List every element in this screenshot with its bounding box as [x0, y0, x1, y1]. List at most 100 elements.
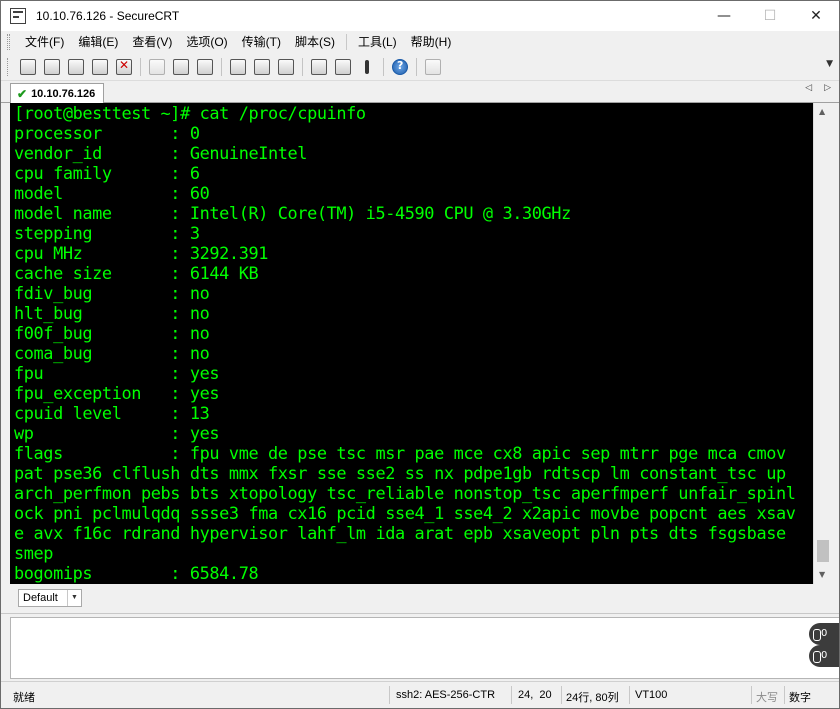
window-controls: — ☐ ✕	[701, 1, 839, 31]
sftp-button[interactable]	[422, 56, 444, 78]
global-options-button[interactable]	[332, 56, 354, 78]
print-selection-button[interactable]	[275, 56, 297, 78]
status-terminal-size: 24行, 80列	[566, 692, 619, 704]
scroll-up-icon[interactable]: ▲	[819, 107, 825, 116]
menu-edit[interactable]: 编辑(E)	[71, 31, 125, 53]
copy-button[interactable]	[146, 56, 168, 78]
session-options-icon	[311, 58, 327, 75]
connected-check-icon: ✔	[17, 86, 28, 101]
status-divider	[561, 686, 562, 704]
toolbar-divider	[140, 57, 141, 76]
menu-help[interactable]: 帮助(H)	[404, 31, 459, 53]
connect-in-tab-icon	[68, 58, 84, 75]
menu-grip-icon[interactable]	[7, 34, 10, 50]
status-caps-lock: 大写	[756, 692, 778, 704]
download-speed-badge[interactable]: 0	[809, 645, 839, 667]
terminal-line: hlt_bug : no	[14, 303, 210, 323]
toolbar-divider	[416, 57, 417, 76]
session-tab[interactable]: ✔ 10.10.76.126	[10, 83, 105, 103]
terminal-line: bogomips : 6584.78	[14, 563, 259, 583]
upload-speed-badge[interactable]: 0	[809, 623, 839, 645]
connect-in-tab-button[interactable]	[65, 56, 87, 78]
connect-icon	[20, 58, 36, 75]
print-setup-button[interactable]	[251, 56, 273, 78]
command-session-bar: Default ▼	[1, 584, 839, 614]
print-selection-icon	[278, 58, 294, 75]
scroll-down-icon[interactable]: ▼	[819, 570, 825, 579]
session-tab-strip: ✔ 10.10.76.126 ◁ ▷	[1, 81, 839, 103]
menu-file[interactable]: 文件(F)	[18, 31, 71, 53]
close-button[interactable]: ✕	[793, 1, 839, 31]
terminal-line: pat pse36 clflush dts mmx fxsr sse sse2 …	[14, 463, 786, 483]
status-cursor-position: 24, 20	[518, 689, 552, 701]
key-icon	[359, 59, 375, 75]
terminal-line: wp : yes	[14, 423, 220, 443]
toolbar-divider	[383, 57, 384, 76]
chevron-down-icon[interactable]: ▼	[67, 590, 81, 606]
securecrt-app-icon	[10, 8, 26, 24]
printer-icon	[230, 58, 246, 75]
terminal-line: fpu : yes	[14, 363, 220, 383]
menu-bar: 文件(F) 编辑(E) 查看(V) 选项(O) 传输(T) 脚本(S) 工具(L…	[1, 31, 839, 53]
terminal-line: vendor_id : GenuineIntel	[14, 143, 308, 163]
download-speed-value: 0	[821, 650, 828, 661]
terminal-line: model : 60	[14, 183, 210, 203]
status-divider	[389, 686, 390, 704]
toolbar-overflow-icon[interactable]: ▼	[826, 59, 833, 69]
terminal-line: stepping : 3	[14, 223, 200, 243]
session-select[interactable]: Default ▼	[18, 589, 82, 607]
minimize-button[interactable]: —	[701, 1, 747, 31]
status-divider	[784, 686, 785, 704]
find-button[interactable]	[194, 56, 216, 78]
quick-connect-icon	[44, 58, 60, 75]
terminal-line: smep	[14, 543, 54, 563]
window-title: 10.10.76.126 - SecureCRT	[36, 9, 180, 23]
help-icon	[392, 58, 408, 75]
status-ready: 就绪	[13, 692, 35, 704]
menu-divider	[345, 34, 347, 50]
toolbar-grip-icon[interactable]	[7, 57, 10, 76]
keymap-button[interactable]	[356, 56, 378, 78]
tab-prev-icon[interactable]: ◁	[805, 83, 812, 93]
command-window-input[interactable]	[10, 617, 839, 679]
terminal-line: ock pni pclmulqdq ssse3 fma cx16 pcid ss…	[14, 503, 796, 523]
paste-button[interactable]	[170, 56, 192, 78]
status-num-lock: 数字	[789, 692, 811, 704]
quick-connect-button[interactable]	[41, 56, 63, 78]
binoculars-icon	[197, 58, 213, 75]
maximize-button[interactable]: ☐	[747, 1, 793, 31]
title-bar: 10.10.76.126 - SecureCRT — ☐ ✕	[1, 1, 839, 31]
paste-icon	[173, 58, 189, 75]
connect-button[interactable]	[17, 56, 39, 78]
status-bar: 就绪 ssh2: AES-256-CTR 24, 20 24行, 80列 VT1…	[1, 681, 839, 708]
help-button[interactable]	[389, 56, 411, 78]
terminal-line: e avx f16c rdrand hypervisor lahf_lm ida…	[14, 523, 786, 543]
terminal-scrollbar[interactable]: ▲ ▼	[813, 103, 831, 584]
terminal-line: coma_bug : no	[14, 343, 210, 363]
toolbar-divider	[221, 57, 222, 76]
terminal-line: [root@besttest ~]# cat /proc/cpuinfo	[14, 103, 366, 123]
disconnect-button[interactable]	[113, 56, 135, 78]
toolbar-divider	[302, 57, 303, 76]
menu-tools[interactable]: 工具(L)	[351, 31, 404, 53]
menu-options[interactable]: 选项(O)	[179, 31, 234, 53]
status-divider	[511, 686, 512, 704]
print-button[interactable]	[227, 56, 249, 78]
reconnect-button[interactable]	[89, 56, 111, 78]
upload-speed-value: 0	[821, 628, 828, 639]
print-setup-icon	[254, 58, 270, 75]
session-options-button[interactable]	[308, 56, 330, 78]
terminal-line: cpu family : 6	[14, 163, 200, 183]
menu-transfer[interactable]: 传输(T)	[235, 31, 288, 53]
terminal-line: model name : Intel(R) Core(TM) i5-4590 C…	[14, 203, 571, 223]
terminal-line: cache size : 6144 KB	[14, 263, 259, 283]
menu-view[interactable]: 查看(V)	[125, 31, 179, 53]
tab-next-icon[interactable]: ▷	[824, 83, 831, 93]
session-tab-label: 10.10.76.126	[31, 87, 96, 100]
menu-script[interactable]: 脚本(S)	[288, 31, 342, 53]
gear-icon	[335, 58, 351, 75]
disconnect-icon	[116, 58, 132, 75]
terminal-output[interactable]: [root@besttest ~]# cat /proc/cpuinfo pro…	[10, 103, 813, 584]
scrollbar-thumb[interactable]	[817, 540, 829, 562]
terminal-line: fdiv_bug : no	[14, 283, 210, 303]
